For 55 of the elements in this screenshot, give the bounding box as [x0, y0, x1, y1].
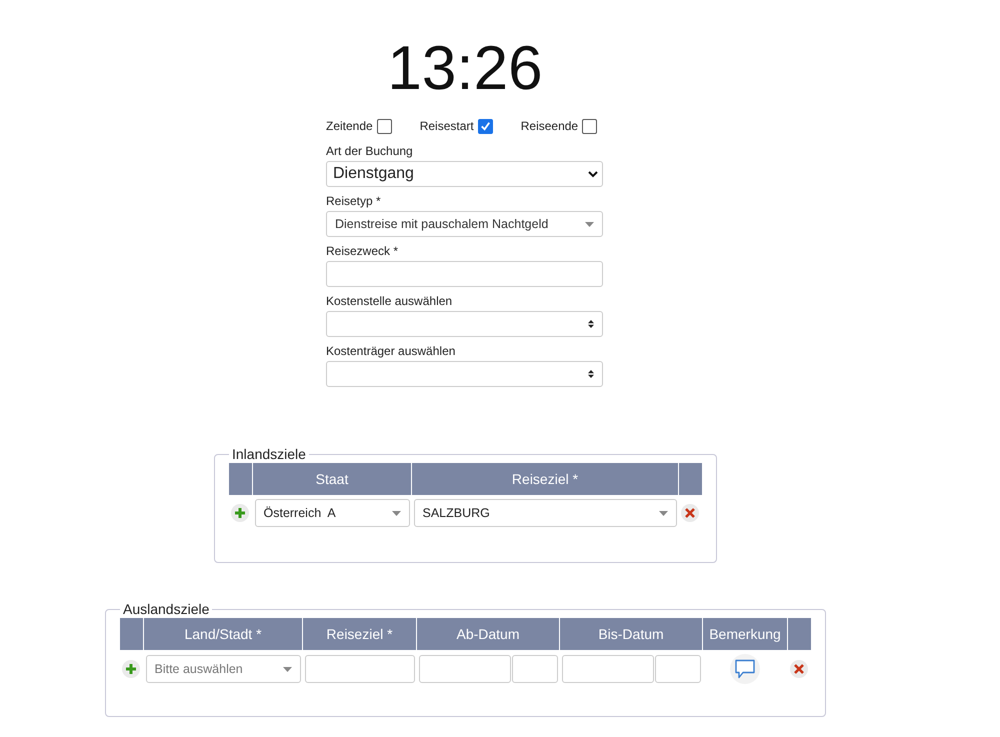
panel-legend: Inlandsziele: [229, 446, 309, 462]
table-header-cell: Bemerkung: [702, 618, 788, 650]
table-header-cell: [678, 463, 702, 495]
table-header-cell: Ab-Datum: [416, 618, 560, 650]
date-field[interactable]: [418, 655, 510, 683]
checkbox[interactable]: [376, 118, 392, 134]
caret-down-icon: [282, 666, 292, 672]
table-header-cell: [788, 618, 811, 650]
table-header-cell: Bis-Datum: [560, 618, 702, 650]
checkbox-label: Reisestart: [420, 119, 474, 133]
input-field[interactable]: [304, 655, 414, 683]
checkbox-label: Reiseende: [520, 119, 578, 133]
date-field[interactable]: [562, 655, 654, 683]
select-field[interactable]: Dienstgang: [326, 161, 603, 187]
caret-down-icon: [585, 222, 594, 226]
close-icon: [794, 664, 804, 674]
checkbox-label: Zeitende: [326, 119, 373, 133]
caret-down-icon: [658, 510, 668, 516]
input-field[interactable]: [326, 261, 603, 287]
table-header-cell: [229, 463, 252, 495]
checkbox[interactable]: [582, 118, 598, 134]
field-label: Reisetyp *: [326, 193, 382, 209]
table-header-cell: Reiseziel *: [412, 463, 678, 495]
up-down-arrows-icon: [588, 320, 594, 328]
comment-button[interactable]: [730, 654, 760, 684]
select-field[interactable]: Österreich A: [254, 499, 410, 527]
field-label: Reisezweck *: [326, 243, 400, 259]
add-button[interactable]: [122, 660, 140, 678]
delete-button[interactable]: [790, 660, 808, 678]
table-header-cell: Reiseziel *: [302, 618, 416, 650]
checkbox[interactable]: [478, 118, 493, 134]
field-label: Art der Buchung: [326, 143, 414, 159]
clock-time: 13:26: [386, 33, 544, 105]
close-icon: [684, 508, 694, 518]
select-field[interactable]: Dienstreise mit pauschalem Nachtgeld: [326, 211, 603, 237]
select-field[interactable]: [326, 361, 603, 387]
up-down-arrows-icon: [588, 370, 594, 378]
time-field[interactable]: [654, 655, 700, 683]
add-button[interactable]: [231, 504, 249, 522]
field-label: Kostenträger auswählen: [326, 343, 456, 359]
panel-legend: Auslandsziele: [120, 601, 212, 617]
speech-bubble-icon: [734, 659, 756, 679]
chevron-down-icon: [588, 170, 598, 178]
field-label: Kostenstelle auswählen: [326, 293, 454, 309]
caret-down-icon: [392, 510, 400, 516]
table-header-cell: Staat: [252, 463, 412, 495]
select-field[interactable]: Bitte auswählen: [146, 655, 300, 683]
delete-button[interactable]: [680, 504, 698, 522]
plus-icon: [126, 664, 136, 674]
plus-icon: [235, 508, 245, 518]
time-field[interactable]: [512, 655, 558, 683]
table-header-cell: [120, 618, 144, 650]
table-header-cell: Land/Stadt *: [144, 618, 302, 650]
select-field[interactable]: SALZBURG: [414, 499, 676, 527]
select-field[interactable]: [326, 311, 603, 337]
